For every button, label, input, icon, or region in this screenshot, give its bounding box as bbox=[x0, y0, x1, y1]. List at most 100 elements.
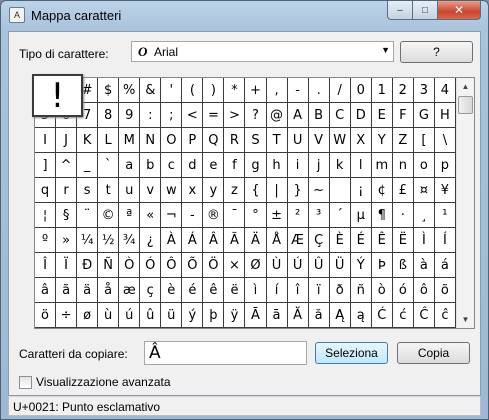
character-cell[interactable]: å bbox=[98, 278, 120, 303]
character-map-app-icon[interactable]: A bbox=[9, 7, 25, 23]
character-cell[interactable]: Á bbox=[182, 228, 204, 253]
character-cell[interactable]: Ñ bbox=[98, 253, 120, 278]
character-cell[interactable]: M bbox=[119, 128, 141, 153]
character-cell[interactable]: í bbox=[266, 278, 288, 303]
character-cell[interactable]: ² bbox=[287, 203, 309, 228]
character-cell[interactable]: Ç bbox=[308, 228, 330, 253]
character-cell[interactable]: P bbox=[182, 128, 204, 153]
character-cell[interactable]: ê bbox=[203, 278, 225, 303]
character-cell[interactable]: > bbox=[224, 103, 246, 128]
character-cell[interactable]: J bbox=[56, 128, 78, 153]
title-bar[interactable]: A Mappa caratteri – □ ✕ bbox=[1, 1, 488, 31]
character-cell[interactable]: < bbox=[182, 103, 204, 128]
character-cell[interactable]: u bbox=[119, 178, 141, 203]
character-cell[interactable]: ¢ bbox=[371, 178, 393, 203]
character-cell[interactable]: Q bbox=[203, 128, 225, 153]
character-cell[interactable]: Â bbox=[203, 228, 225, 253]
character-cell[interactable]: ć bbox=[392, 303, 414, 328]
character-cell[interactable]: ì bbox=[245, 278, 267, 303]
scroll-up-icon[interactable]: ▲ bbox=[457, 78, 474, 95]
character-cell[interactable]: U bbox=[287, 128, 309, 153]
character-cell[interactable]: G bbox=[413, 103, 435, 128]
character-cell[interactable]: Ã bbox=[224, 228, 246, 253]
character-cell[interactable]: « bbox=[140, 203, 162, 228]
character-cell[interactable]: ¤ bbox=[413, 178, 435, 203]
vertical-scrollbar[interactable]: ▲ ▼ bbox=[456, 78, 474, 328]
character-cell[interactable]: ® bbox=[203, 203, 225, 228]
character-cell[interactable]: Å bbox=[266, 228, 288, 253]
character-cell[interactable]: R bbox=[224, 128, 246, 153]
character-cell[interactable]: } bbox=[287, 178, 309, 203]
character-cell[interactable]: á bbox=[434, 253, 456, 278]
character-cell[interactable]: % bbox=[119, 78, 141, 103]
character-cell[interactable]: Ù bbox=[266, 253, 288, 278]
character-cell[interactable]: V bbox=[308, 128, 330, 153]
character-cell[interactable]: Ê bbox=[371, 228, 393, 253]
character-cell[interactable]: û bbox=[140, 303, 162, 328]
character-cell[interactable]: Î bbox=[35, 253, 57, 278]
character-cell[interactable]: \ bbox=[434, 128, 456, 153]
character-cell[interactable]: ß bbox=[392, 253, 414, 278]
character-cell[interactable]: ± bbox=[266, 203, 288, 228]
character-cell[interactable]: A bbox=[287, 103, 309, 128]
character-cell[interactable]: Þ bbox=[371, 253, 393, 278]
character-cell[interactable]: g bbox=[245, 153, 267, 178]
character-cell[interactable]: Ï bbox=[56, 253, 78, 278]
character-cell[interactable]: v bbox=[140, 178, 162, 203]
character-cell[interactable]: 4 bbox=[434, 78, 456, 103]
character-cell[interactable]: t bbox=[98, 178, 120, 203]
character-cell[interactable]: : bbox=[140, 103, 162, 128]
font-dropdown[interactable]: O Arial ▼ bbox=[131, 41, 394, 62]
character-cell[interactable]: ³ bbox=[308, 203, 330, 228]
character-cell[interactable] bbox=[329, 178, 351, 203]
character-cell[interactable]: ò bbox=[371, 278, 393, 303]
character-cell[interactable]: r bbox=[56, 178, 78, 203]
character-cell[interactable]: K bbox=[77, 128, 99, 153]
character-cell[interactable]: Ó bbox=[140, 253, 162, 278]
character-cell[interactable]: ª bbox=[119, 203, 141, 228]
character-cell[interactable]: ý bbox=[182, 303, 204, 328]
scroll-thumb[interactable] bbox=[458, 96, 473, 114]
character-cell[interactable]: ¶ bbox=[371, 203, 393, 228]
character-cell[interactable]: ï bbox=[308, 278, 330, 303]
character-cell[interactable]: C bbox=[329, 103, 351, 128]
character-cell[interactable]: Ä bbox=[245, 228, 267, 253]
character-cell[interactable]: ô bbox=[413, 278, 435, 303]
character-cell[interactable]: Æ bbox=[287, 228, 309, 253]
copy-button[interactable]: Copia bbox=[397, 342, 470, 364]
character-cell[interactable]: £ bbox=[392, 178, 414, 203]
close-button[interactable]: ✕ bbox=[438, 1, 481, 20]
character-cell[interactable]: c bbox=[161, 153, 183, 178]
character-cell[interactable]: Ć bbox=[371, 303, 393, 328]
character-cell[interactable]: w bbox=[161, 178, 183, 203]
characters-to-copy-input[interactable]: Â bbox=[144, 341, 307, 365]
character-cell[interactable]: m bbox=[371, 153, 393, 178]
character-cell[interactable]: É bbox=[350, 228, 372, 253]
character-cell[interactable]: s bbox=[77, 178, 99, 203]
character-cell[interactable]: ö bbox=[35, 303, 57, 328]
character-cell[interactable]: æ bbox=[119, 278, 141, 303]
character-cell[interactable]: è bbox=[161, 278, 183, 303]
character-cell[interactable]: Z bbox=[392, 128, 414, 153]
character-cell[interactable]: © bbox=[98, 203, 120, 228]
character-cell[interactable]: ¨ bbox=[77, 203, 99, 228]
character-cell[interactable]: [ bbox=[413, 128, 435, 153]
character-cell[interactable]: ' bbox=[161, 78, 183, 103]
character-cell[interactable]: Õ bbox=[182, 253, 204, 278]
character-cell[interactable]: Ą bbox=[329, 303, 351, 328]
character-cell[interactable]: î bbox=[287, 278, 309, 303]
minimize-button[interactable]: – bbox=[387, 1, 413, 20]
character-cell[interactable]: ¾ bbox=[119, 228, 141, 253]
character-cell[interactable]: ° bbox=[245, 203, 267, 228]
advanced-view-option[interactable]: Visualizzazione avanzata bbox=[19, 375, 171, 389]
character-cell[interactable]: ú bbox=[119, 303, 141, 328]
character-cell[interactable]: { bbox=[245, 178, 267, 203]
character-cell[interactable]: ü bbox=[161, 303, 183, 328]
character-cell[interactable]: $ bbox=[98, 78, 120, 103]
character-cell[interactable]: ÿ bbox=[224, 303, 246, 328]
character-cell[interactable]: k bbox=[329, 153, 351, 178]
character-cell[interactable]: ¹ bbox=[434, 203, 456, 228]
character-cell[interactable]: f bbox=[224, 153, 246, 178]
character-cell[interactable]: Ô bbox=[161, 253, 183, 278]
character-cell[interactable]: ¦ bbox=[35, 203, 57, 228]
